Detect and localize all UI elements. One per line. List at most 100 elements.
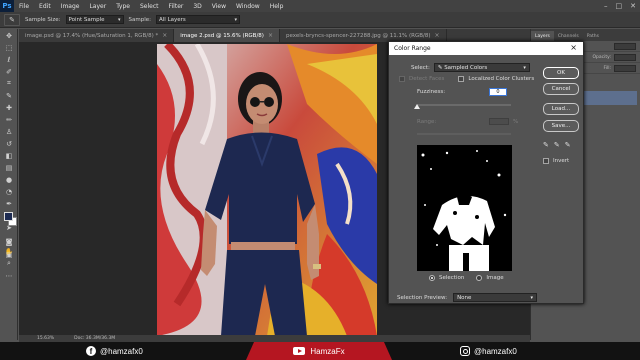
image-radio[interactable]	[476, 275, 483, 281]
document-canvas[interactable]	[157, 44, 377, 336]
select-label: Select:	[411, 64, 430, 71]
maximize-button[interactable]: □	[616, 2, 623, 10]
tab-image-psd[interactable]: image.psd @ 17.4% (Hue/Saturation 1, RGB…	[19, 29, 175, 42]
close-icon[interactable]: ×	[434, 32, 439, 39]
move-tool-icon[interactable]: ✥	[2, 30, 16, 41]
eyedropper-minus-icon[interactable]: ✎	[565, 141, 571, 149]
menu-view[interactable]: View	[207, 3, 231, 10]
select-value: Sampled Colors	[444, 65, 488, 71]
crop-tool-icon[interactable]: ⌗	[2, 78, 16, 89]
range-input[interactable]	[489, 118, 509, 125]
layer-filter-toggle[interactable]	[614, 42, 636, 50]
menu-3d[interactable]: 3D	[188, 3, 206, 10]
social-banner: f @hamzafx0 HamzaFx @hamzafx0	[0, 342, 640, 360]
zoom-readout[interactable]: 15.63%	[37, 336, 54, 341]
selection-radio[interactable]	[429, 275, 435, 281]
blur-tool-icon[interactable]: ●	[2, 174, 16, 185]
lasso-tool-icon[interactable]: ℓ	[2, 54, 16, 65]
menu-help[interactable]: Help	[265, 3, 289, 10]
youtube-banner: HamzaFx	[246, 342, 392, 360]
facebook-handle: f @hamzafx0	[86, 346, 143, 356]
tab-paths[interactable]: Paths	[583, 31, 603, 41]
cancel-button[interactable]: Cancel	[543, 83, 579, 95]
opacity-label: Opacity:	[592, 54, 612, 60]
brush-tool-icon[interactable]: ✏	[2, 114, 16, 125]
color-range-dialog: Color Range × Select: ✎ Sampled Colors D…	[388, 41, 584, 304]
range-unit: %	[513, 118, 519, 125]
marquee-tool-icon[interactable]: ⬚	[2, 42, 16, 53]
foreground-color-swatch[interactable]	[4, 212, 13, 221]
tab-label: image.psd @ 17.4% (Hue/Saturation 1, RGB…	[25, 32, 159, 39]
clone-stamp-tool-icon[interactable]: ♙	[2, 126, 16, 137]
opacity-field[interactable]	[614, 53, 636, 61]
tab-channels[interactable]: Channels	[554, 31, 583, 41]
tab-image-2-psd[interactable]: image 2.psd @ 15.6% (RGB/8) ×	[174, 29, 280, 42]
instagram-handle: @hamzafx0	[460, 346, 517, 356]
detect-faces-label: Detect Faces	[409, 76, 445, 82]
screen-mode-icon[interactable]: ▣	[2, 249, 16, 260]
menu-layer[interactable]: Layer	[84, 3, 111, 10]
close-window-button[interactable]: ✕	[630, 2, 636, 10]
history-brush-tool-icon[interactable]: ↺	[2, 138, 16, 149]
load-button[interactable]: Load...	[543, 103, 579, 115]
menu-type[interactable]: Type	[111, 3, 135, 10]
save-button[interactable]: Save...	[543, 120, 579, 132]
range-slider[interactable]	[417, 133, 511, 135]
close-icon[interactable]: ×	[162, 32, 167, 39]
menu-select[interactable]: Select	[135, 3, 164, 10]
tab-label: image 2.psd @ 15.6% (RGB/8)	[180, 32, 264, 39]
sample-select[interactable]: All Layers	[156, 15, 240, 24]
fill-field[interactable]	[614, 64, 636, 72]
mask-preview	[417, 145, 512, 271]
invert-checkbox[interactable]	[543, 158, 549, 164]
tab-layers[interactable]: Layers	[531, 31, 554, 41]
menu-window[interactable]: Window	[231, 3, 265, 10]
fuzziness-slider-handle[interactable]	[414, 104, 420, 109]
menu-filter[interactable]: Filter	[164, 3, 189, 10]
portrait-photo	[157, 44, 377, 336]
sample-label: Sample:	[128, 16, 151, 23]
doc-size-readout: Doc: 36.3M/36.3M	[74, 336, 116, 341]
more-tools-icon[interactable]: ⋯	[2, 270, 16, 281]
close-icon[interactable]: ×	[570, 43, 577, 52]
fuzziness-slider[interactable]	[417, 104, 511, 106]
ok-button[interactable]: OK	[543, 67, 579, 79]
tools-panel: ✥ ⬚ ℓ ✐ ⌗ ✎ ✚ ✏ ♙ ↺ ◧ ▤ ● ◔ ✒ T ➤ ▭ ✋ ⌕ …	[0, 29, 18, 340]
dialog-title: Color Range	[394, 45, 431, 52]
fuzziness-input[interactable]: 0	[489, 88, 507, 96]
eyedropper-icon[interactable]: ✎	[543, 141, 549, 149]
localized-clusters-label: Localized Color Clusters	[468, 76, 535, 82]
sample-size-select[interactable]: Point Sample	[65, 15, 124, 24]
minimize-button[interactable]: –	[604, 2, 608, 10]
status-bar: 15.63% Doc: 36.3M/36.3M	[19, 335, 530, 342]
invert-label: Invert	[553, 158, 570, 164]
quick-select-tool-icon[interactable]: ✐	[2, 66, 16, 77]
eyedropper-tool-icon[interactable]: ✎	[2, 90, 16, 101]
gradient-tool-icon[interactable]: ▤	[2, 162, 16, 173]
menu-edit[interactable]: Edit	[34, 3, 56, 10]
eyedropper-plus-icon[interactable]: ✎	[554, 141, 560, 149]
eyedropper-tool-preset-icon[interactable]: ✎	[4, 13, 20, 26]
quick-mask-icon[interactable]: ◙	[2, 236, 16, 247]
selection-preview-select[interactable]: None	[453, 293, 538, 302]
sample-size-label: Sample Size:	[25, 16, 61, 23]
dialog-titlebar[interactable]: Color Range ×	[389, 42, 583, 55]
image-radio-label: Image	[486, 275, 504, 281]
dodge-tool-icon[interactable]: ◔	[2, 186, 16, 197]
menu-image[interactable]: Image	[56, 3, 85, 10]
selection-preview-label: Selection Preview:	[397, 294, 448, 301]
healing-brush-tool-icon[interactable]: ✚	[2, 102, 16, 113]
selection-preview-image[interactable]	[417, 145, 512, 271]
pen-tool-icon[interactable]: ✒	[2, 198, 16, 209]
menu-file[interactable]: File	[14, 3, 34, 10]
range-label: Range:	[417, 118, 437, 125]
youtube-text: HamzaFx	[310, 346, 345, 356]
facebook-text: @hamzafx0	[100, 346, 143, 356]
detect-faces-checkbox[interactable]	[399, 76, 405, 82]
localized-clusters-checkbox[interactable]	[458, 76, 465, 82]
close-icon[interactable]: ×	[268, 32, 273, 39]
tab-label: pexels-bryncs-spencer-227288.jpg @ 11.1%…	[285, 32, 431, 39]
select-dropdown[interactable]: ✎ Sampled Colors	[433, 63, 530, 72]
eraser-tool-icon[interactable]: ◧	[2, 150, 16, 161]
fill-label: Fill:	[603, 65, 611, 71]
